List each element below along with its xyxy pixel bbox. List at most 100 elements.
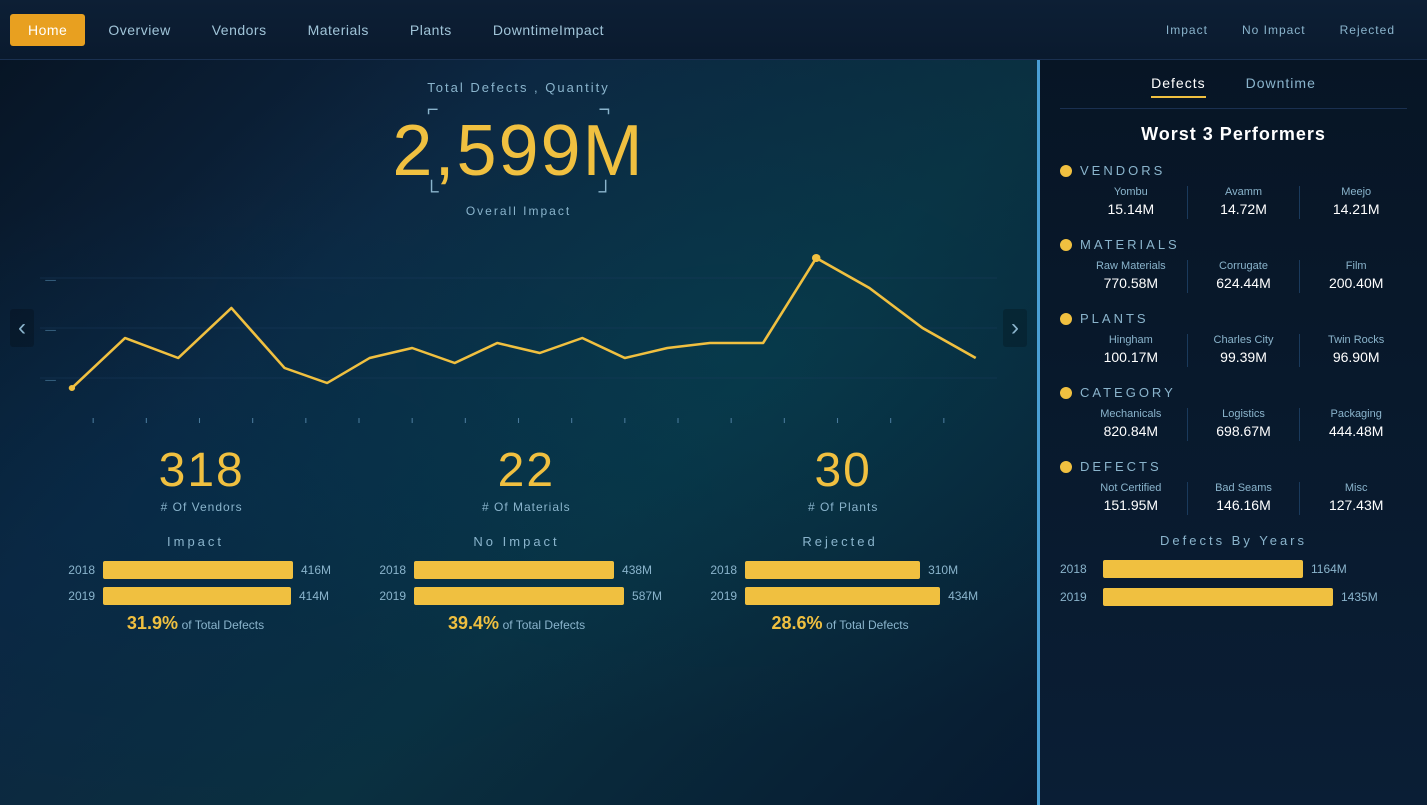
metric-impact-val-2019: 414M: [299, 589, 329, 603]
perf-category-3: Packaging 444.48M: [1305, 408, 1407, 441]
perf-materials-2-name: Corrugate: [1193, 260, 1295, 272]
perf-materials-3-name: Film: [1305, 260, 1407, 272]
tab-defects[interactable]: Defects: [1151, 75, 1205, 98]
defects-by-years-title: Defects By Years: [1060, 533, 1407, 548]
nav-materials[interactable]: Materials: [290, 14, 387, 46]
nav-downtime-impact[interactable]: DowntimeImpact: [475, 14, 622, 46]
metric-rejected-bar-2019: 2019 434M: [702, 587, 978, 605]
category-vendors: Vendors Yombu 15.14M Avamm 14.72M Meejo …: [1060, 163, 1407, 219]
metric-impact-title: Impact: [60, 534, 331, 549]
category-defects-name: Defects: [1080, 459, 1162, 474]
category-plants-name: Plants: [1080, 311, 1149, 326]
category-materials-name: Materials: [1080, 237, 1180, 252]
category-vendors-header: Vendors: [1060, 163, 1407, 178]
right-tabs: Defects Downtime: [1060, 75, 1407, 109]
metrics-row: Impact 2018 416M 2019 414M 31.9% of Tota…: [40, 534, 997, 634]
tab-downtime[interactable]: Downtime: [1246, 75, 1316, 98]
nav-vendors[interactable]: Vendors: [194, 14, 285, 46]
nav-plants[interactable]: Plants: [392, 14, 470, 46]
filter-impact-btn[interactable]: Impact: [1154, 19, 1220, 41]
perf-plants-1: Hingham 100.17M: [1080, 334, 1182, 367]
perf-materials-1-name: Raw Materials: [1080, 260, 1182, 272]
metric-no-impact-val-2019: 587M: [632, 589, 662, 603]
perf-vendors-2: Avamm 14.72M: [1193, 186, 1295, 219]
divider-v1: [1187, 186, 1188, 219]
perf-materials-3: Film 200.40M: [1305, 260, 1407, 293]
defects-year-val-2019: 1435M: [1341, 590, 1378, 604]
nav-overview[interactable]: Overview: [90, 14, 188, 46]
divider-v2: [1299, 186, 1300, 219]
defects-year-bar-2019: 2019 1435M: [1060, 588, 1407, 606]
perf-defects-2-value: 146.16M: [1216, 497, 1270, 513]
divider-c2: [1299, 408, 1300, 441]
category-materials-values: Raw Materials 770.58M Corrugate 624.44M …: [1060, 260, 1407, 293]
perf-plants-2-name: Charles City: [1193, 334, 1295, 346]
category-vendors-dot: [1060, 165, 1072, 177]
metric-impact-year-2019: 2019: [60, 589, 95, 603]
perf-category-3-name: Packaging: [1305, 408, 1407, 420]
nav-home[interactable]: Home: [10, 14, 85, 46]
perf-defects-2-name: Bad Seams: [1193, 482, 1295, 494]
navigation: Home Overview Vendors Materials Plants D…: [0, 0, 1427, 60]
defects-year-label-2019: 2019: [1060, 590, 1095, 604]
svg-text:—: —: [45, 325, 56, 336]
perf-category-2-value: 698.67M: [1216, 423, 1270, 439]
perf-defects-1: Not Certified 151.95M: [1080, 482, 1182, 515]
stat-plants-label: # Of Plants: [808, 500, 878, 514]
divider-m2: [1299, 260, 1300, 293]
divider-d1: [1187, 482, 1188, 515]
perf-vendors-1-name: Yombu: [1080, 186, 1182, 198]
metric-rejected-percent-label: of Total Defects: [826, 618, 909, 632]
category-materials-header: Materials: [1060, 237, 1407, 252]
filter-rejected-btn[interactable]: Rejected: [1328, 19, 1407, 41]
metric-impact-percent-label: of Total Defects: [182, 618, 265, 632]
overall-impact-label: Overall Impact: [40, 204, 997, 218]
stat-vendors-label: # Of Vendors: [159, 500, 245, 514]
perf-plants-1-value: 100.17M: [1104, 349, 1158, 365]
category-category-header: Category: [1060, 385, 1407, 400]
category-materials: Materials Raw Materials 770.58M Corrugat…: [1060, 237, 1407, 293]
perf-plants-2: Charles City 99.39M: [1193, 334, 1295, 367]
total-value: 2,599M: [40, 115, 997, 187]
metric-no-impact-bar-2019: 2019 587M: [371, 587, 662, 605]
metric-no-impact-percent: 39.4% of Total Defects: [371, 613, 662, 634]
perf-category-1: Mechanicals 820.84M: [1080, 408, 1182, 441]
filter-no-impact-btn[interactable]: No Impact: [1230, 19, 1318, 41]
metric-no-impact: No Impact 2018 438M 2019 587M 39.4% of T…: [351, 534, 682, 634]
stat-vendors: 318 # Of Vendors: [159, 443, 245, 514]
metric-no-impact-title: No Impact: [371, 534, 662, 549]
metric-rejected-bar-2018: 2018 310M: [702, 561, 978, 579]
divider-p1: [1187, 334, 1188, 367]
metric-no-impact-year-2018: 2018: [371, 563, 406, 577]
chart-next-arrow[interactable]: ›: [1003, 309, 1027, 347]
defects-year-fill-2019: [1103, 588, 1333, 606]
perf-plants-3-value: 96.90M: [1333, 349, 1380, 365]
metric-impact-percent: 31.9% of Total Defects: [60, 613, 331, 634]
metric-no-impact-year-2019: 2019: [371, 589, 406, 603]
metric-rejected-bar-fill-2018: [745, 561, 920, 579]
total-defects-section: Total Defects , Quantity ⌐ ¬ 2,599M └ ┘ …: [40, 80, 997, 218]
chart-prev-arrow[interactable]: ‹: [10, 309, 34, 347]
bracket-bl: └: [424, 182, 438, 202]
metric-rejected-year-2018: 2018: [702, 563, 737, 577]
perf-vendors-2-name: Avamm: [1193, 186, 1295, 198]
metric-rejected-year-2019: 2019: [702, 589, 737, 603]
metric-impact-val-2018: 416M: [301, 563, 331, 577]
defects-year-bar-2018: 2018 1164M: [1060, 560, 1407, 578]
stat-materials: 22 # Of Materials: [482, 443, 571, 514]
category-category: Category Mechanicals 820.84M Logistics 6…: [1060, 385, 1407, 441]
perf-defects-3: Misc 127.43M: [1305, 482, 1407, 515]
category-plants: Plants Hingham 100.17M Charles City 99.3…: [1060, 311, 1407, 367]
total-label: Total Defects , Quantity: [40, 80, 997, 95]
divider-m1: [1187, 260, 1188, 293]
perf-vendors-2-value: 14.72M: [1220, 201, 1267, 217]
perf-plants-3: Twin Rocks 96.90M: [1305, 334, 1407, 367]
perf-category-1-name: Mechanicals: [1080, 408, 1182, 420]
defects-year-val-2018: 1164M: [1311, 562, 1347, 576]
category-materials-dot: [1060, 239, 1072, 251]
svg-text:—: —: [45, 275, 56, 286]
category-defects-header: Defects: [1060, 459, 1407, 474]
stat-plants: 30 # Of Plants: [808, 443, 878, 514]
perf-defects-3-value: 127.43M: [1329, 497, 1383, 513]
stat-materials-value: 22: [482, 443, 571, 498]
